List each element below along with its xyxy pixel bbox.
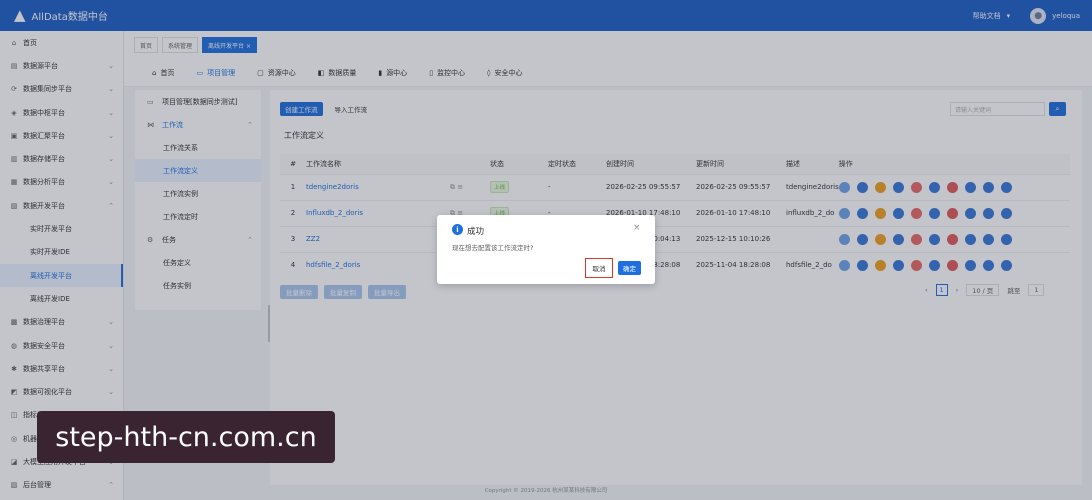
success-dialog: i 成功 × 现在想去配置该工作流定时? 取消 确定 bbox=[437, 215, 655, 284]
confirm-button[interactable]: 确定 bbox=[618, 261, 641, 275]
info-icon: i bbox=[452, 224, 463, 235]
close-icon[interactable]: × bbox=[633, 223, 641, 233]
dialog-message: 现在想去配置该工作流定时? bbox=[452, 244, 534, 252]
dialog-title: 成功 bbox=[467, 227, 485, 237]
watermark: step-hth-cn.com.cn bbox=[37, 411, 335, 463]
cancel-button[interactable]: 取消 bbox=[585, 258, 613, 278]
